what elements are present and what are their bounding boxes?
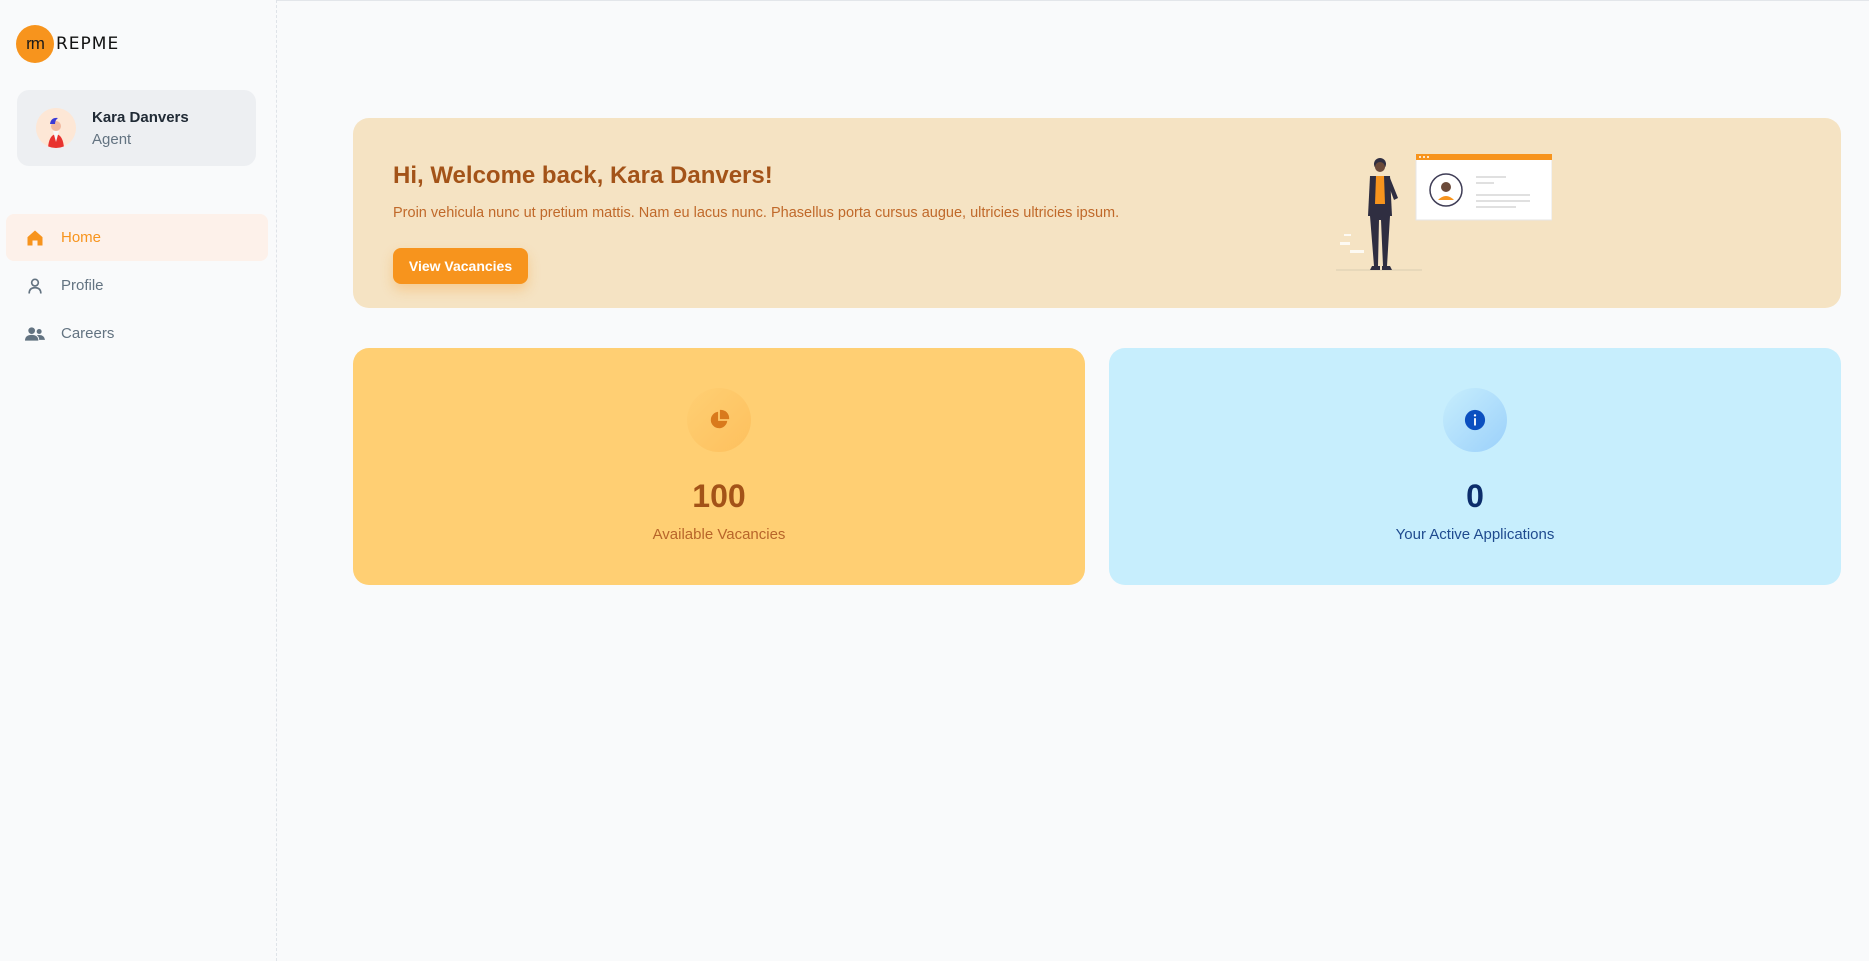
home-icon — [23, 226, 47, 250]
banner-title: Hi, Welcome back, Kara Danvers! — [393, 162, 773, 189]
person-icon — [23, 274, 47, 298]
banner-text: Proin vehicula nunc ut pretium mattis. N… — [393, 205, 1120, 221]
pie-chart-icon — [710, 409, 730, 429]
stat-label: Available Vacancies — [652, 526, 786, 543]
welcome-banner: Hi, Welcome back, Kara Danvers! Proin ve… — [353, 118, 1841, 308]
person-presenting-illustration — [1336, 154, 1552, 271]
stat-value: 100 — [692, 478, 746, 514]
stat-icon-wrap — [1443, 388, 1507, 452]
sidebar-item-label: Profile — [61, 277, 104, 294]
sidebar-item-profile[interactable]: Profile — [6, 262, 268, 309]
account-card[interactable]: Kara Danvers Agent — [17, 90, 256, 166]
logo-wordmark: REPME — [56, 34, 120, 54]
top-divider — [0, 0, 1869, 1]
logo[interactable]: rm REPME — [16, 25, 119, 63]
account-role: Agent — [92, 130, 132, 148]
info-icon — [1464, 409, 1486, 431]
people-icon — [23, 322, 47, 346]
avatar-illustration — [36, 108, 76, 148]
sidebar: rm REPME Kara Danvers Agent Home Profile… — [0, 0, 277, 961]
stat-icon-wrap — [687, 388, 751, 452]
view-vacancies-button[interactable]: View Vacancies — [393, 248, 528, 284]
logo-mark: rm — [16, 25, 54, 63]
sidebar-item-label: Home — [61, 229, 102, 246]
active-applications-card[interactable]: 0 Your Active Applications — [1109, 348, 1841, 585]
sidebar-nav: Home Profile Careers — [6, 214, 268, 358]
stat-label: Your Active Applications — [1395, 526, 1555, 543]
sidebar-item-home[interactable]: Home — [6, 214, 268, 261]
avatar — [36, 108, 76, 148]
sidebar-item-careers[interactable]: Careers — [6, 310, 268, 357]
account-name: Kara Danvers — [92, 108, 189, 126]
stat-value: 0 — [1466, 478, 1484, 514]
available-vacancies-card[interactable]: 100 Available Vacancies — [353, 348, 1085, 585]
sidebar-item-label: Careers — [61, 325, 115, 342]
